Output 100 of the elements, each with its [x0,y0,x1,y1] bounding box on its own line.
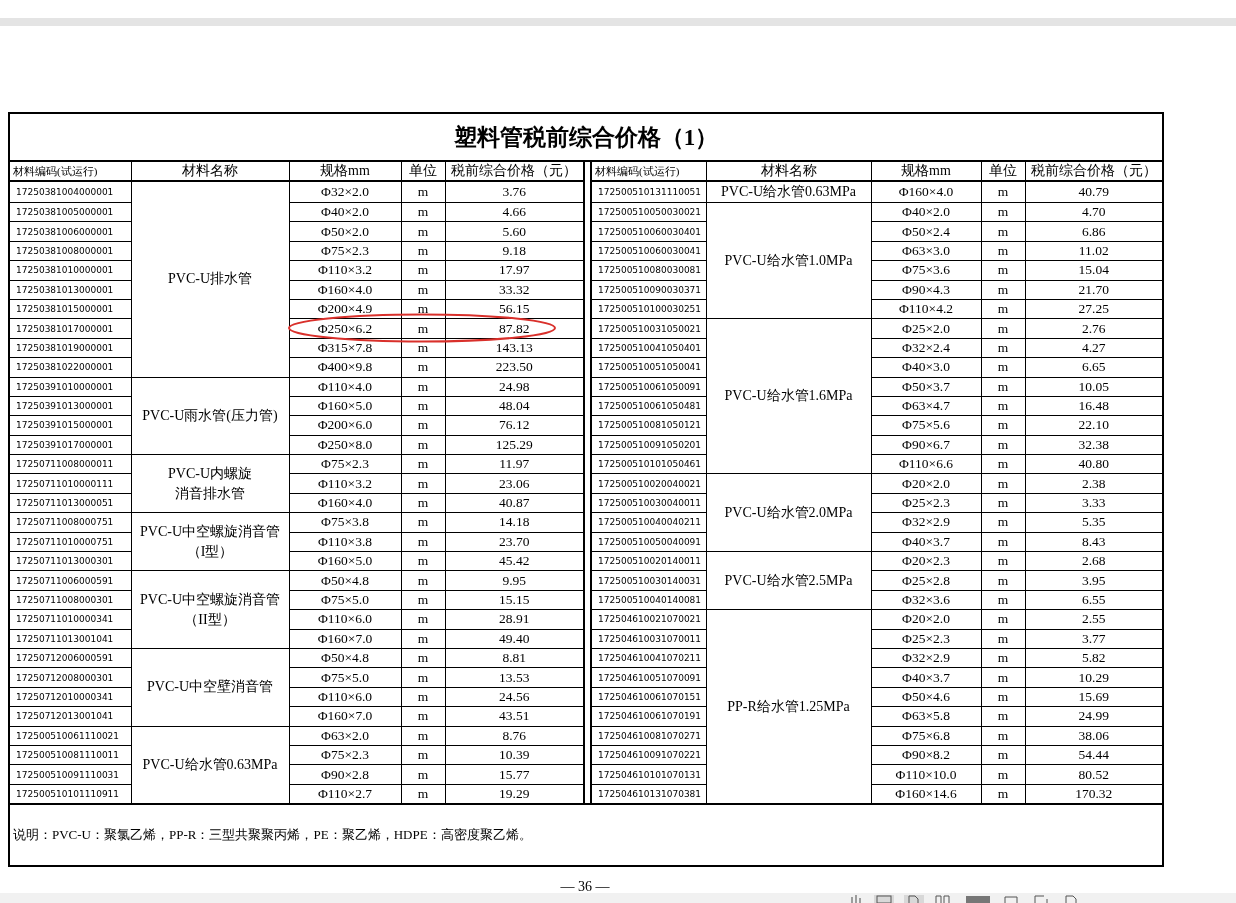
table-cell: Φ160×7.0 [289,706,401,727]
footnote: 说明：PVC-U：聚氯乙烯，PP-R：三型共聚聚丙烯，PE：聚乙烯，HDPE：高密度聚乙烯。 [13,827,532,843]
table-cell: PVC-U给水管2.5MPa [706,551,871,610]
table-cell: m [401,745,445,765]
table-cell: Φ32×2.9 [871,512,981,533]
table-cell: 17250711008000751 [9,512,131,533]
table-cell: m [401,512,445,533]
table-cell: Φ110×6.0 [289,687,401,707]
table-cell: Φ50×4.8 [289,570,401,591]
table-cell: Φ50×2.0 [289,221,401,242]
table-cell: Φ32×2.0 [289,181,401,203]
table-cell: m [401,648,445,668]
table-cell: Φ75×5.0 [289,667,401,688]
column-header: 材料名称 [706,161,871,181]
table-cell: m [981,609,1025,630]
table-cell: PVC-U中空壁消音管 [131,648,289,727]
table-cell: Φ63×5.8 [871,706,981,727]
table-cell: Φ90×2.8 [289,764,401,785]
table-cell: m [401,377,445,397]
table-cell: m [401,260,445,281]
toolbar-icon[interactable] [964,895,992,903]
table-cell: Φ63×4.7 [871,396,981,416]
table-cell: m [401,396,445,416]
table-cell: m [981,493,1025,513]
table-cell: m [981,454,1025,474]
table-cell: 172500510131110051 [591,181,706,203]
table-cell: m [981,280,1025,300]
table-cell: m [401,609,445,630]
table-cell: m [981,764,1025,785]
table-cell: m [981,590,1025,610]
table-cell: m [401,687,445,707]
table-cell: m [981,241,1025,261]
table-cell: 172500510050030021 [591,202,706,222]
table-cell: m [401,667,445,688]
table-cell: Φ400×9.8 [289,357,401,377]
column-header: 材料编码(试运行) [591,161,706,181]
table-cell: Φ63×3.0 [871,241,981,261]
table-cell: Φ40×3.7 [871,667,981,688]
table-cell: 172500510020140011 [591,551,706,571]
table-cell: Φ75×2.3 [289,454,401,474]
table-cell: Φ32×2.4 [871,338,981,358]
table-cell: m [401,473,445,494]
table-cell: Φ25×2.3 [871,629,981,649]
table-cell: m [981,745,1025,765]
table-cell: PVC-U中空螺旋消音管 （I型） [131,512,289,571]
table-cell: Φ50×4.8 [289,648,401,668]
table-cell: Φ200×4.9 [289,299,401,319]
column-header: 税前综合价格（元） [1025,161,1164,181]
table-cell: Φ90×6.7 [871,435,981,455]
table-cell: m [401,299,445,319]
table-cell: m [981,338,1025,358]
table-cell: m [981,706,1025,727]
table-cell: m [401,357,445,377]
table-cell: PVC-U给水管0.63MPa [131,726,289,805]
table-cell: 172504610021070021 [591,609,706,630]
table-cell: m [981,648,1025,668]
table-cell: Φ25×2.8 [871,570,981,591]
table-cell: PVC-U排水管 [131,181,289,377]
table-cell: Φ32×2.9 [871,648,981,668]
table-cell: m [401,570,445,591]
column-header: 规格mm [871,161,981,181]
table-cell: m [981,181,1025,203]
table-cell: Φ160×5.0 [289,396,401,416]
table-cell: Φ75×5.6 [871,415,981,436]
table-cell: Φ250×8.0 [289,435,401,455]
table-cell: PVC-U给水管1.0MPa [706,202,871,319]
table-cell: Φ50×3.7 [871,377,981,397]
table-cell: Φ160×7.0 [289,629,401,649]
toolbar-icon[interactable] [874,895,894,903]
table-cell: Φ20×2.3 [871,551,981,571]
table-cell: Φ75×3.8 [289,512,401,533]
table-cell: m [981,570,1025,591]
table-cell: m [401,493,445,513]
table-cell: m [981,202,1025,222]
table-cell: Φ110×3.2 [289,473,401,494]
toolbar-icon[interactable] [904,895,924,903]
table-cell: m [981,377,1025,397]
table-cell: m [401,202,445,222]
table-cell: Φ200×6.0 [289,415,401,436]
table-cell: Φ110×3.8 [289,532,401,552]
column-header: 单位 [401,161,445,181]
table-cell: Φ160×4.0 [871,181,981,203]
toolbar-icon[interactable] [850,895,864,903]
table-cell: m [401,764,445,785]
table-cell: Φ75×5.0 [289,590,401,610]
table-cell: Φ25×2.0 [871,318,981,339]
table-cell: Φ110×4.0 [289,377,401,397]
table-cell: 17250381004000001 [9,181,131,203]
table-cell: PVC-U雨水管(压力管) [131,377,289,455]
column-header: 材料名称 [131,161,289,181]
table-cell: m [401,551,445,571]
table-cell: Φ63×2.0 [289,726,401,746]
table-cell: m [401,435,445,455]
table-cell: Φ110×10.0 [871,764,981,785]
table-cell: m [401,338,445,358]
table-cell: 17250391010000001 [9,377,131,397]
table-cell: m [401,221,445,242]
table-cell: m [401,706,445,727]
table-cell: m [981,687,1025,707]
table-cell: m [401,280,445,300]
